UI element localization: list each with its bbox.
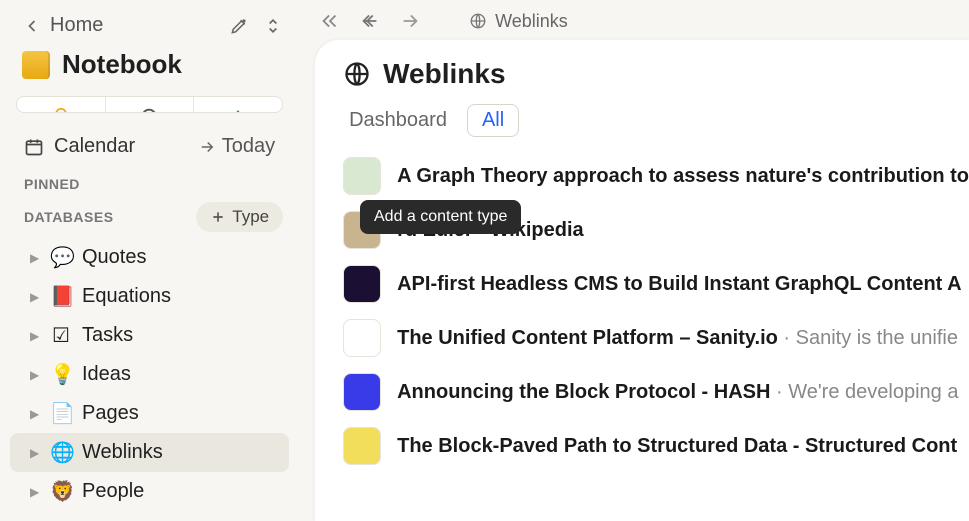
item-title: The Unified Content Platform – Sanity.io… [397, 327, 958, 350]
calendar-link[interactable]: Calendar [24, 135, 135, 158]
db-label: Weblinks [82, 441, 163, 464]
db-label: Tasks [82, 324, 133, 347]
disclosure-triangle-icon[interactable]: ▶ [30, 251, 40, 265]
db-icon: 📕 [50, 284, 72, 309]
tab-dashboard[interactable]: Dashboard [343, 105, 453, 136]
sidebar-item-tasks[interactable]: ▶ ☑ Tasks [10, 316, 289, 355]
item-title: API-first Headless CMS to Build Instant … [397, 273, 961, 296]
db-label: Ideas [82, 363, 131, 386]
arrow-left-icon [22, 16, 42, 36]
list-item[interactable]: A Graph Theory approach to assess nature… [343, 149, 969, 203]
thumbnail [343, 373, 381, 411]
db-label: Equations [82, 285, 171, 308]
disclosure-triangle-icon[interactable]: ▶ [30, 290, 40, 304]
calendar-label: Calendar [54, 135, 135, 158]
type-label: Type [232, 207, 269, 227]
sidebar-item-pages[interactable]: ▶ 📄 Pages [10, 394, 289, 433]
disclosure-triangle-icon[interactable]: ▶ [30, 485, 40, 499]
nav-first-icon[interactable] [319, 10, 341, 32]
list-item[interactable]: Announcing the Block Protocol - HASH · W… [343, 365, 969, 419]
item-title: Announcing the Block Protocol - HASH · W… [397, 381, 958, 404]
db-icon: ☑ [50, 323, 72, 348]
page-title: Weblinks [383, 58, 505, 90]
db-icon: 💬 [50, 245, 72, 270]
add-type-button[interactable]: Type [196, 202, 283, 232]
db-icon: 💡 [50, 362, 72, 387]
disclosure-triangle-icon[interactable]: ▶ [30, 407, 40, 421]
search-button[interactable] [106, 97, 195, 113]
list-item[interactable]: The Block-Paved Path to Structured Data … [343, 419, 969, 473]
sidebar-item-weblinks[interactable]: ▶ 🌐 Weblinks [10, 433, 289, 472]
db-icon: 🌐 [50, 440, 72, 465]
breadcrumb[interactable]: Weblinks [469, 11, 568, 32]
item-title: The Block-Paved Path to Structured Data … [397, 435, 957, 458]
nav-forward-icon[interactable] [399, 10, 421, 32]
calendar-icon [24, 137, 44, 157]
home-label: Home [50, 14, 103, 37]
today-link[interactable]: Today [198, 135, 275, 158]
disclosure-triangle-icon[interactable]: ▶ [30, 329, 40, 343]
sidebar-item-quotes[interactable]: ▶ 💬 Quotes [10, 238, 289, 277]
disclosure-triangle-icon[interactable]: ▶ [30, 368, 40, 382]
action-bar [16, 96, 283, 113]
add-button[interactable] [194, 97, 282, 113]
db-label: Pages [82, 402, 139, 425]
thumbnail [343, 427, 381, 465]
disclosure-triangle-icon[interactable]: ▶ [30, 446, 40, 460]
sidebar-item-equations[interactable]: ▶ 📕 Equations [10, 277, 289, 316]
home-link[interactable]: Home [22, 14, 103, 37]
notebook-header[interactable]: Notebook [0, 45, 299, 92]
item-title: A Graph Theory approach to assess nature… [397, 165, 969, 188]
notebook-icon [22, 51, 50, 79]
db-label: Quotes [82, 246, 146, 269]
list-item[interactable]: API-first Headless CMS to Build Instant … [343, 257, 969, 311]
plus-icon [210, 209, 226, 225]
thumbnail [343, 157, 381, 195]
db-label: People [82, 480, 144, 503]
nav-back-icon[interactable] [359, 10, 381, 32]
sidebar-item-people[interactable]: ▶ 🦁 People [10, 472, 289, 511]
arrow-right-icon [198, 138, 216, 156]
pinned-section-label: PINNED [0, 168, 299, 196]
settings-icon[interactable] [229, 16, 249, 36]
notebook-title: Notebook [62, 49, 182, 80]
globe-icon [343, 60, 371, 88]
expand-icon[interactable] [263, 16, 283, 36]
thumbnail [343, 319, 381, 357]
globe-icon [469, 12, 487, 30]
today-label: Today [222, 135, 275, 158]
add-type-tooltip: Add a content type [360, 200, 521, 234]
idea-button[interactable] [17, 97, 106, 113]
breadcrumb-label: Weblinks [495, 11, 568, 32]
databases-section-label: DATABASES [24, 209, 114, 225]
db-icon: 🦁 [50, 479, 72, 504]
sidebar-item-ideas[interactable]: ▶ 💡 Ideas [10, 355, 289, 394]
list-item[interactable]: The Unified Content Platform – Sanity.io… [343, 311, 969, 365]
tab-all[interactable]: All [467, 104, 519, 137]
thumbnail [343, 265, 381, 303]
db-icon: 📄 [50, 401, 72, 426]
